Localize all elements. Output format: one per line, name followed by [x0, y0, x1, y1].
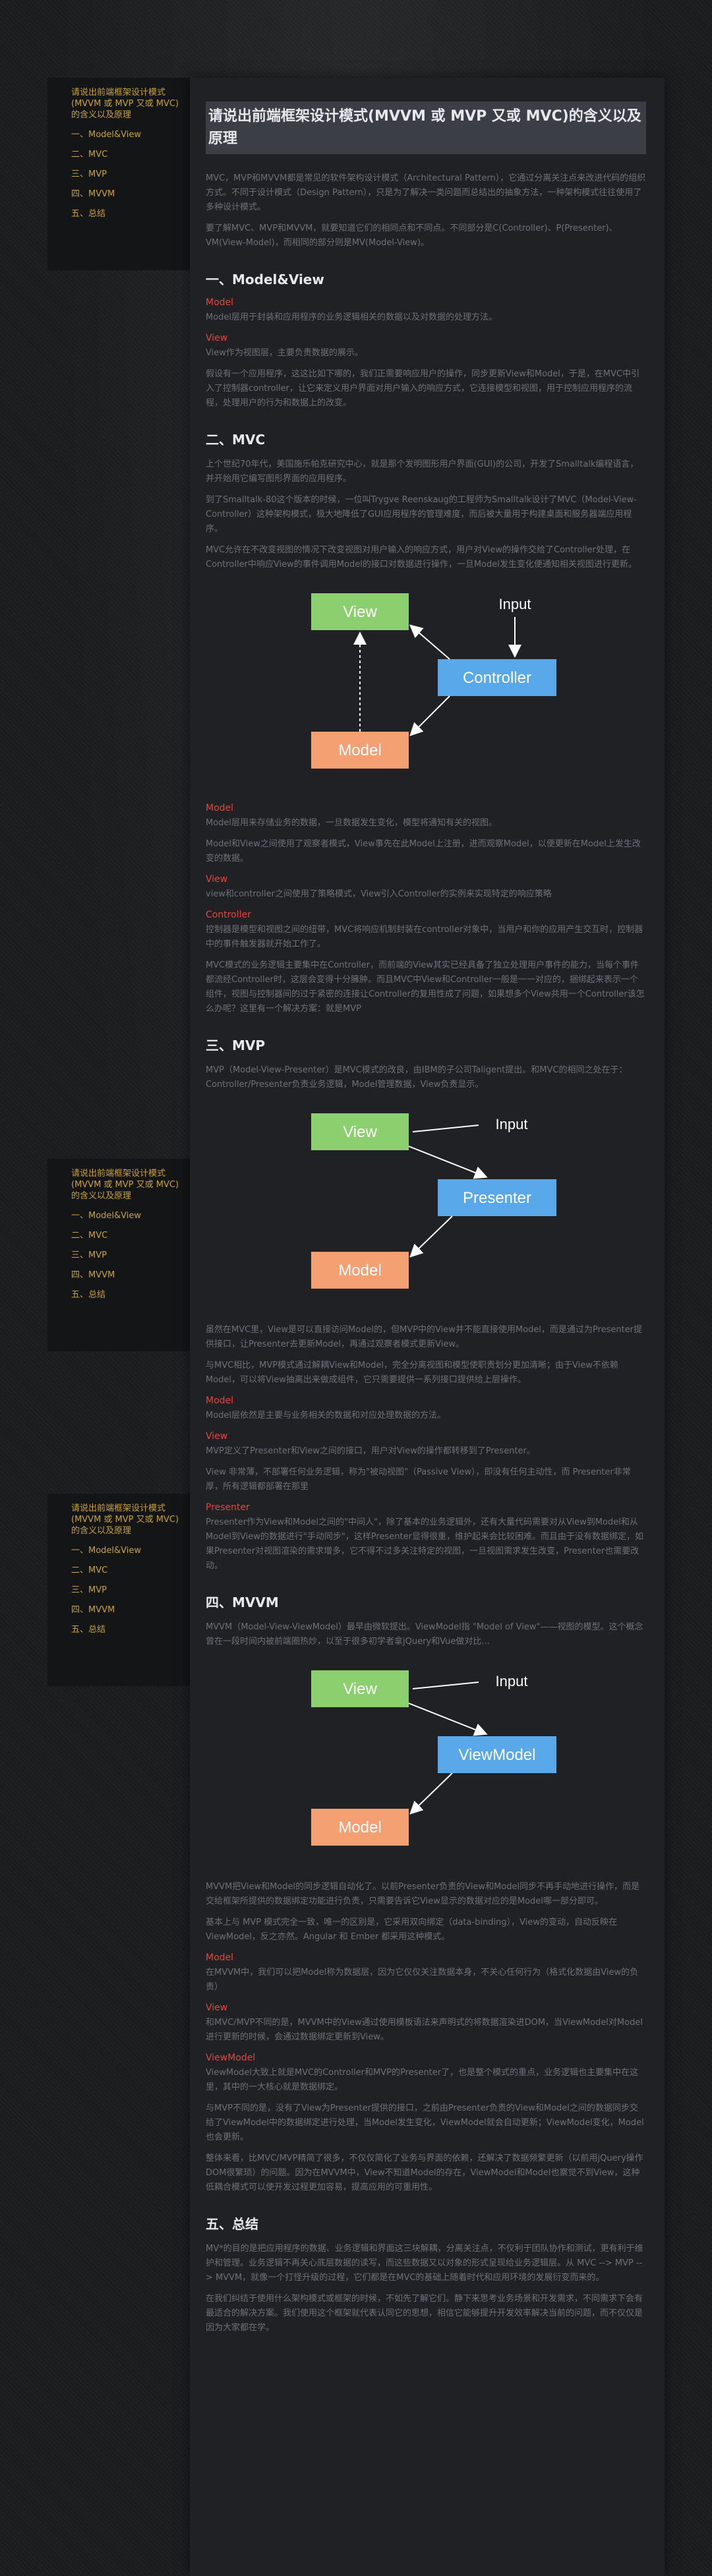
view-label: View [343, 603, 377, 621]
toc-item-summary[interactable]: 五、总结 [71, 209, 183, 220]
toc-title[interactable]: 请说出前端框架设计模式(MVVM 或 MVP 又或 MVC)的含义以及原理 [71, 1503, 183, 1537]
toc-item-model-view[interactable]: 一、Model&View [71, 1546, 183, 1556]
paragraph: 虽然在MVC里，View是可以直接访问Model的，但MVP中的View并不能直… [206, 1325, 643, 1349]
paragraph: Model层用于封装和应用程序的业务逻辑相关的数据以及对数据的处理方法。 [206, 312, 498, 322]
paragraph: MVP（Model-View-Presenter）是MVC模式的改良，由IBM的… [206, 1065, 628, 1090]
paragraph: 在MVVM中，我们可以把Model称为数据层，因为它仅仅关注数据本身，不关心任何… [206, 1968, 639, 1992]
toc-title[interactable]: 请说出前端框架设计模式(MVVM 或 MVP 又或 MVC)的含义以及原理 [71, 87, 183, 121]
input-label: Input [496, 1116, 528, 1132]
subheading-controller: Controller [206, 910, 251, 920]
paragraph: 控制器是模型和视图之间的纽带，MVC将响应机制封装在controller对象中，… [206, 925, 643, 949]
model-label: Model [338, 1262, 381, 1279]
paragraph: Model层依然是主要与业务相关的数据和对应处理数据的方法。 [206, 1411, 446, 1420]
toc-item-mvc[interactable]: 二、MVC [71, 1231, 183, 1241]
subheading-view: View [206, 874, 228, 885]
toc-sidebar: 请说出前端框架设计模式(MVVM 或 MVP 又或 MVC)的含义以及原理 一、… [47, 78, 191, 270]
intro-paragraph: 要了解MVC、MVP和MVVM，就要知道它们的相同点和不同点。不同部分是C(Co… [206, 223, 618, 248]
toc-item-mvvm[interactable]: 四、MVVM [71, 1270, 183, 1281]
model-label: Model [338, 742, 381, 759]
subheading-model: Model [206, 803, 234, 813]
view-label: View [343, 1123, 377, 1141]
section-heading-model-view: 一、Model&View [206, 272, 324, 287]
paragraph: Model和View之间使用了观察者模式，View事先在此Model上注册，进而… [206, 839, 641, 864]
toc-item-mvc[interactable]: 二、MVC [71, 150, 183, 160]
mvp-diagram: View Input Presenter Model [311, 1113, 556, 1289]
paragraph: 上个世纪70年代，美国施乐帕克研究中心，就是那个发明图形用户界面(GUI)的公司… [206, 459, 639, 484]
paragraph: MVC允许在不改变视图的情况下改变视图对用户输入的响应方式，用户对View的操作… [206, 545, 637, 570]
line [412, 1682, 479, 1689]
paragraph: View 非常薄，不部署任何业务逻辑，称为"被动视图"（Passive View… [206, 1467, 631, 1492]
paragraph: MVC模式的业务逻辑主要集中在Controller，而前端的View其实已经具备… [206, 960, 645, 1014]
toc-item-mvvm[interactable]: 四、MVVM [71, 189, 183, 200]
toc-item-mvp[interactable]: 三、MVP [71, 169, 183, 180]
toc-item-mvp[interactable]: 三、MVP [71, 1585, 183, 1596]
toc-item-summary[interactable]: 五、总结 [71, 1625, 183, 1635]
subheading-model: Model [206, 297, 234, 308]
mvvm-diagram: View Input ViewModel Model [311, 1670, 556, 1846]
paragraph: MVP定义了Presenter和View之间的接口，用户对View的操作都转移到… [206, 1446, 535, 1456]
toc-sidebar: 请说出前端框架设计模式(MVVM 或 MVP 又或 MVC)的含义以及原理 一、… [47, 1159, 191, 1351]
mvc-diagram: View Input Controller Model [311, 593, 556, 769]
section-heading-mvvm: 四、MVVM [206, 1595, 279, 1610]
article: 请说出前端框架设计模式(MVVM 或 MVP 又或 MVC)的含义以及原理 MV… [190, 78, 665, 2576]
paragraph: 和MVC/MVP不同的是，MVVM中的View通过使用模板语法来声明式的将数据渲… [206, 2018, 643, 2042]
toc-item-summary[interactable]: 五、总结 [71, 1290, 183, 1301]
subheading-view: View [206, 1431, 228, 1442]
paragraph: view和controller之间使用了策略模式，View引入Controlle… [206, 889, 552, 899]
paragraph: View作为视图层，主要负责数据的展示。 [206, 348, 363, 358]
paragraph: 到了Smalltalk-80这个版本的时候，一位叫Trygve Reenskau… [206, 495, 637, 534]
arrow [409, 624, 450, 660]
subheading-model: Model [206, 1952, 234, 1963]
section-heading-summary: 五、总结 [206, 2216, 258, 2232]
model-label: Model [338, 1819, 381, 1836]
article-title: 请说出前端框架设计模式(MVVM 或 MVP 又或 MVC)的含义以及原理 [206, 102, 646, 154]
subheading-model: Model [206, 1395, 234, 1406]
paragraph: 整体来看，比MVC/MVP精简了很多，不仅仅简化了业务与界面的依赖，还解决了数据… [206, 2153, 643, 2192]
presenter-label: Presenter [463, 1189, 531, 1207]
toc-sidebar: 请说出前端框架设计模式(MVVM 或 MVP 又或 MVC)的含义以及原理 一、… [47, 1494, 191, 1686]
toc-item-model-view[interactable]: 一、Model&View [71, 130, 183, 140]
toc-item-mvvm[interactable]: 四、MVVM [71, 1605, 183, 1616]
toc-title[interactable]: 请说出前端框架设计模式(MVVM 或 MVP 又或 MVC)的含义以及原理 [71, 1168, 183, 1202]
input-label: Input [496, 1673, 528, 1689]
paragraph: 在我们纠结于使用什么架构模式或框架的时候，不如先了解它们。静下来思考业务场景和开… [206, 2294, 643, 2333]
subheading-viewmodel: ViewModel [206, 2053, 256, 2063]
toc-item-mvc[interactable]: 二、MVC [71, 1566, 183, 1576]
page: 请说出前端框架设计模式(MVVM 或 MVP 又或 MVC)的含义以及原理 一、… [47, 78, 665, 2576]
paragraph: 假设有一个应用程序，这这比如下哪的，我们正需要响应用户的操作，同步更新View和… [206, 369, 640, 408]
subheading-presenter: Presenter [206, 1502, 250, 1513]
line [412, 1125, 479, 1132]
paragraph: MV*的目的是把应用程序的数据、业务逻辑和界面这三块解耦，分离关注点，不仅利于团… [206, 2244, 643, 2283]
toc-item-model-view[interactable]: 一、Model&View [71, 1211, 183, 1221]
paragraph: Model层用来存储业务的数据，一旦数据发生变化，模型将通知有关的视图。 [206, 818, 498, 828]
section-heading-mvc: 二、MVC [206, 432, 266, 448]
arrow [409, 1215, 453, 1258]
paragraph: 与MVP不同的是，没有了View为Presenter提供的接口，之前由Prese… [206, 2103, 644, 2142]
toc-item-mvp[interactable]: 三、MVP [71, 1250, 183, 1261]
section-heading-mvp: 三、MVP [206, 1038, 266, 1053]
arrow [408, 1146, 488, 1179]
input-label: Input [499, 596, 531, 612]
arrow [409, 1772, 453, 1815]
paragraph: Presenter作为View和Model之间的"中间人"，除了基本的业务逻辑外… [206, 1517, 643, 1571]
arrow [409, 695, 450, 736]
viewmodel-label: ViewModel [459, 1746, 536, 1764]
subheading-view: View [206, 333, 228, 343]
view-label: View [343, 1680, 377, 1698]
paragraph: MVVM（Model-View-ViewModel）最早由微软提出。ViewMo… [206, 1622, 643, 1647]
intro-paragraph: MVC，MVP和MVVM都是常见的软件架构设计模式（Architectural … [206, 173, 646, 212]
paragraph: 与MVC相比，MVP模式通过解耦View和Model，完全分离视图和模型使职责划… [206, 1361, 618, 1385]
paragraph: 基本上与 MVP 模式完全一致，唯一的区别是，它采用双向绑定（data-bind… [206, 1917, 617, 1942]
controller-label: Controller [463, 669, 531, 687]
paragraph: ViewModel大致上就是MVC的Controller和MVP的Present… [206, 2068, 639, 2092]
subheading-view: View [206, 2003, 228, 2013]
arrow [408, 1703, 488, 1736]
paragraph: MVVM把View和Model的同步逻辑自动化了。以前Presenter负责的V… [206, 1882, 640, 1906]
